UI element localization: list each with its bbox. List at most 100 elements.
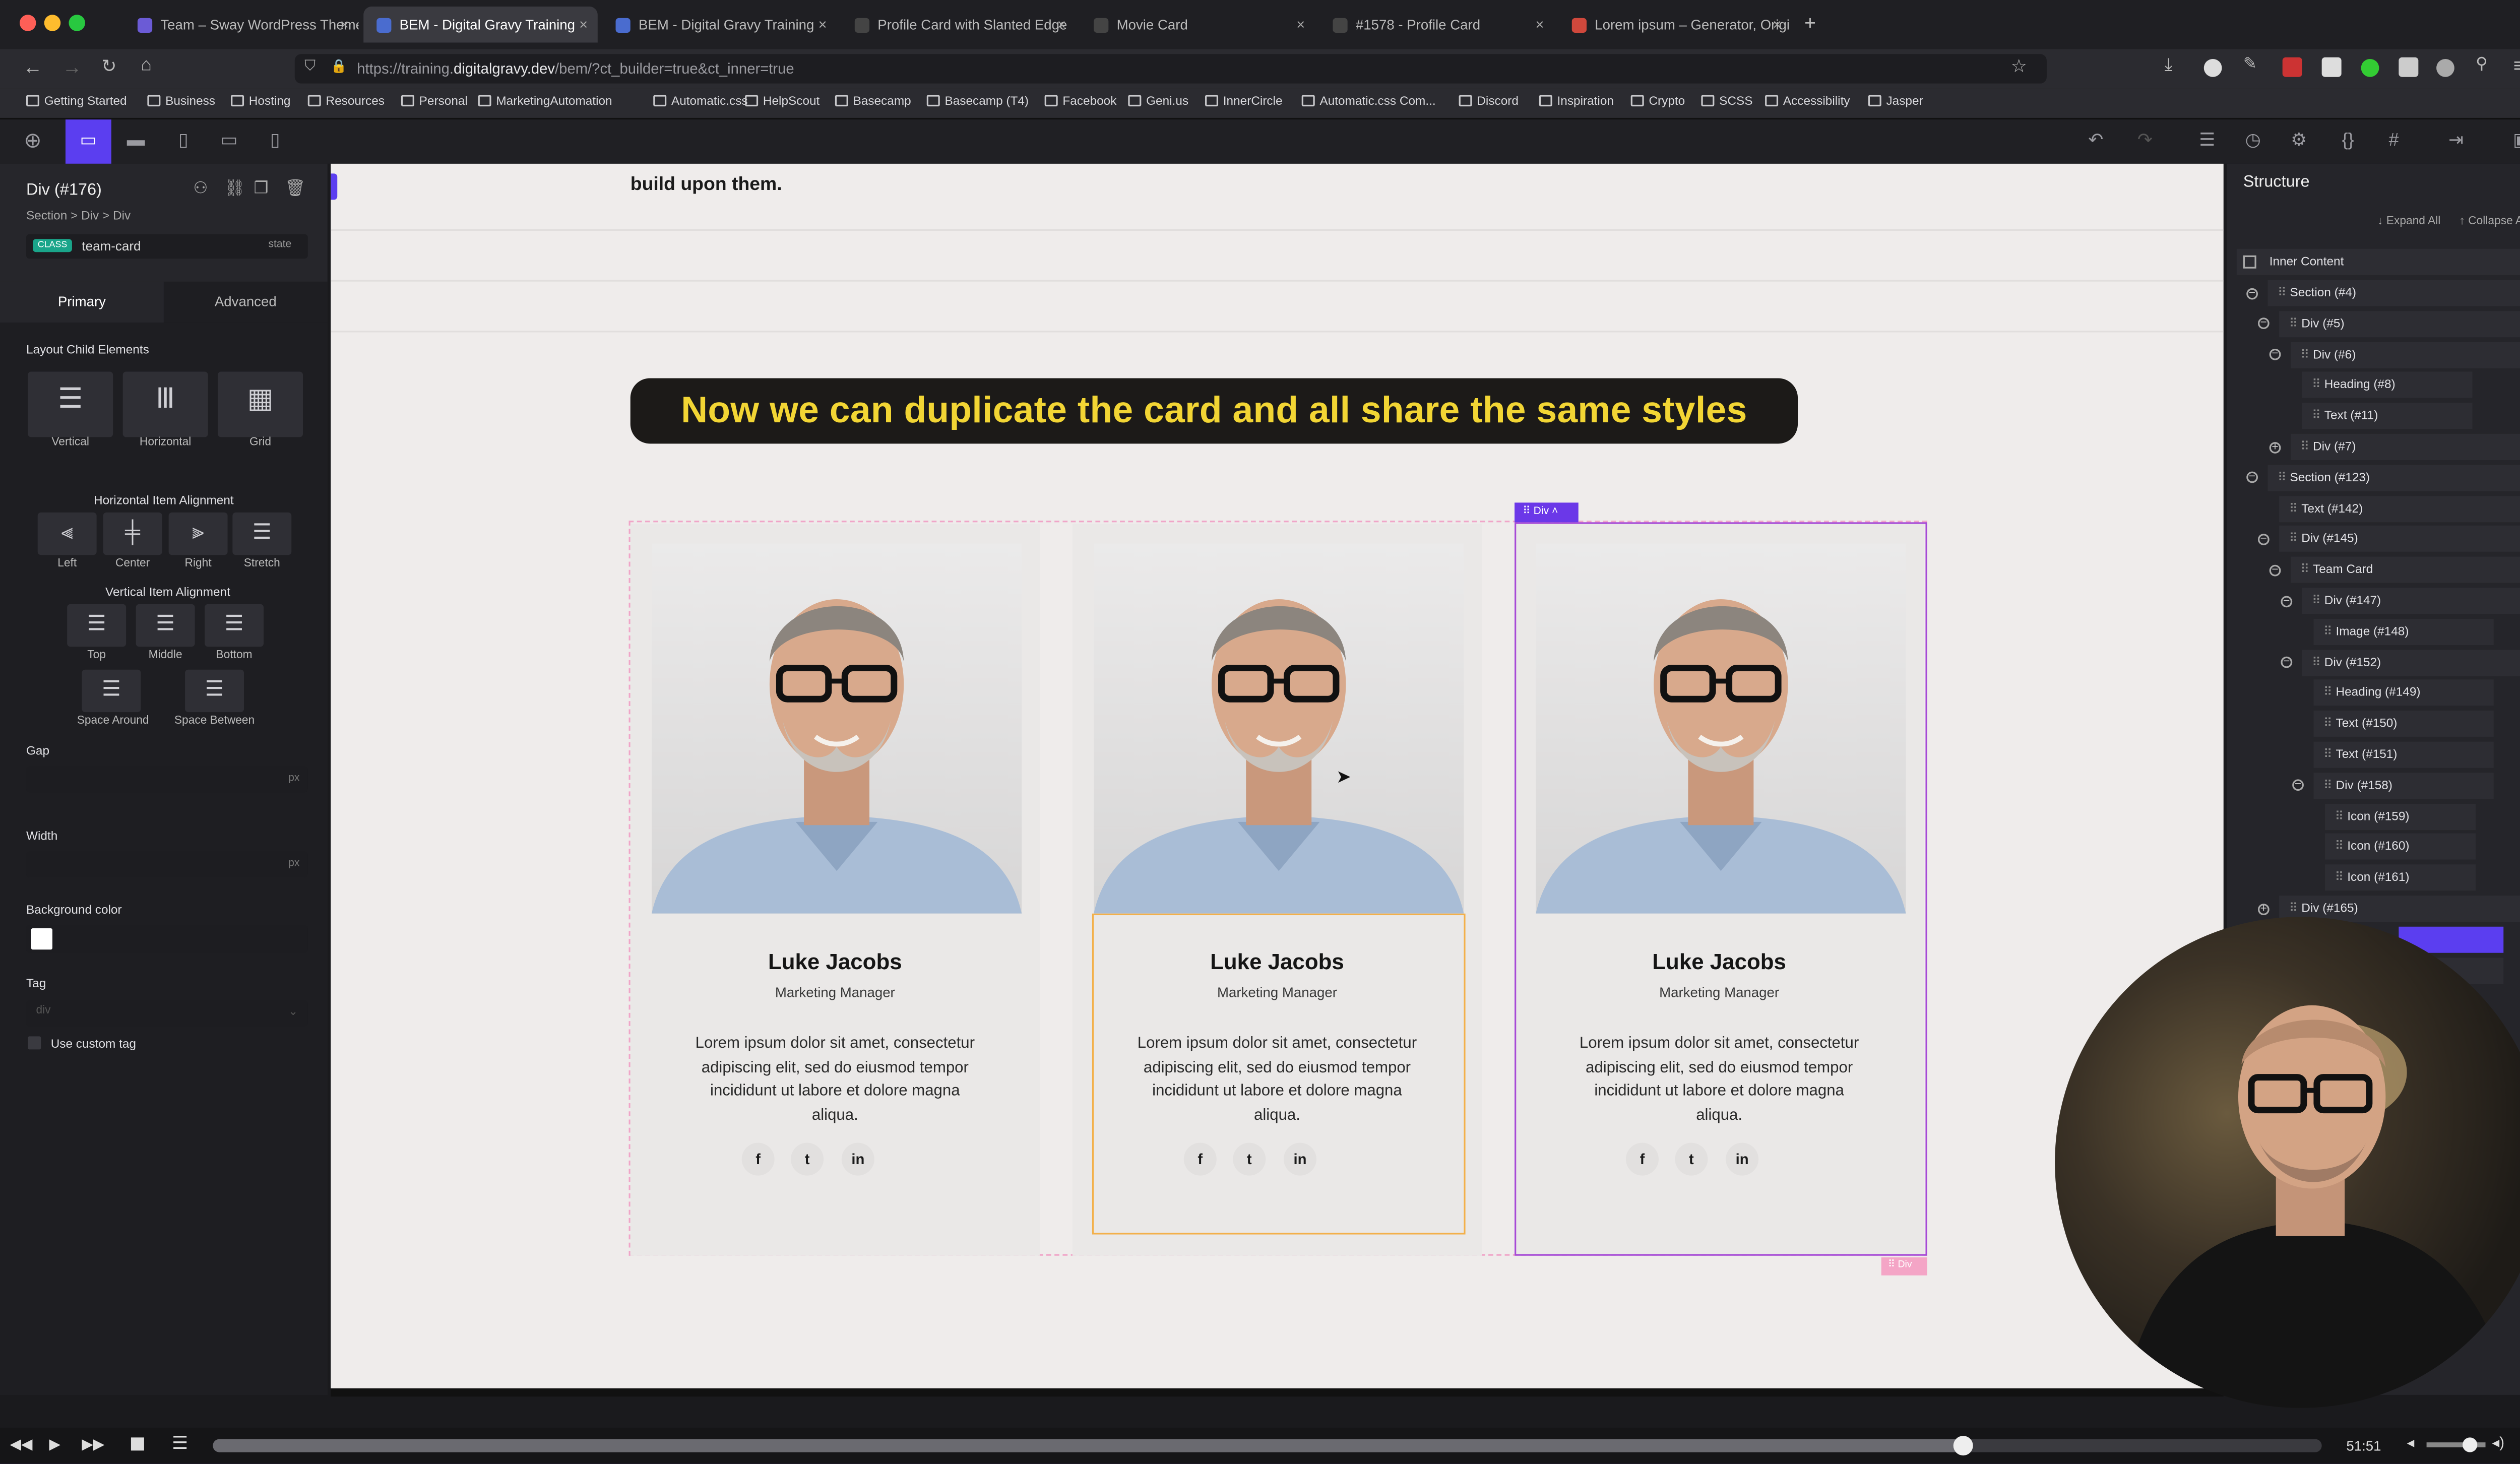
- progress-handle[interactable]: [1953, 1436, 1973, 1456]
- selection-badge[interactable]: ⠿ Div ˄: [1515, 502, 1579, 523]
- align-right-button[interactable]: ⫸: [168, 512, 228, 555]
- valign-bottom-button[interactable]: ☰: [205, 604, 264, 647]
- valign-space-around-button[interactable]: ☰: [82, 669, 141, 713]
- bookmark-star-icon[interactable]: ☆: [2011, 55, 2027, 77]
- class-selector[interactable]: CLASS team-card state: [26, 234, 308, 259]
- browser-tab[interactable]: BEM - Digital Gravy Training ×: [363, 6, 598, 43]
- volume-high-icon[interactable]: ◂): [2492, 1434, 2504, 1452]
- structure-item[interactable]: ⠿ Text (#151): [2313, 741, 2494, 768]
- grid-icon[interactable]: #: [2381, 130, 2407, 152]
- structure-item[interactable]: ⠿ Team Card: [2290, 557, 2520, 584]
- extension-icon[interactable]: [2361, 58, 2379, 77]
- structure-item[interactable]: ⠿ Heading (#149): [2313, 680, 2494, 707]
- structure-item[interactable]: ⠿ Text (#142): [2279, 495, 2520, 522]
- structure-item[interactable]: ⠿ Icon (#159): [2325, 803, 2476, 830]
- close-tab-icon[interactable]: ×: [1057, 16, 1066, 32]
- close-tab-icon[interactable]: ×: [579, 16, 588, 32]
- volume-handle[interactable]: [2463, 1437, 2478, 1452]
- save-icon[interactable]: ▣: [2508, 130, 2520, 152]
- twitter-icon[interactable]: t: [791, 1142, 824, 1176]
- extension-icon[interactable]: [2203, 58, 2222, 77]
- eyedropper-icon[interactable]: ✎: [2243, 55, 2257, 74]
- browser-tab[interactable]: Lorem ipsum – Generator, Origi ×: [1559, 7, 1791, 42]
- menu-icon[interactable]: ≡: [2513, 54, 2520, 77]
- collapse-toggle-icon[interactable]: −: [2281, 657, 2293, 668]
- align-center-button[interactable]: ╪: [103, 512, 162, 555]
- parent-badge[interactable]: ⠿ Div: [1881, 1257, 1927, 1276]
- desktop-view-icon[interactable]: ▭: [65, 119, 111, 164]
- collapse-toggle-icon[interactable]: −: [2269, 349, 2281, 361]
- bookmark-item[interactable]: Automatic.css Com...: [1301, 93, 1436, 108]
- structure-icon[interactable]: ☰: [2194, 130, 2220, 152]
- align-stretch-button[interactable]: ☰: [232, 512, 292, 555]
- structure-item[interactable]: ⠿ Section (#4): [2267, 280, 2520, 306]
- bookmark-item[interactable]: Basecamp (T4): [926, 93, 1029, 108]
- expand-all-link[interactable]: ↓ Expand All: [2377, 216, 2440, 228]
- forward-arrow-icon[interactable]: →: [62, 55, 82, 78]
- redo-icon[interactable]: ↷: [2132, 130, 2158, 152]
- builder-canvas[interactable]: build upon them. Now we can duplicate th…: [331, 163, 2224, 1388]
- structure-item[interactable]: ⠿ Div (#6): [2290, 341, 2520, 368]
- valign-space-between-button[interactable]: ☰: [185, 669, 244, 713]
- valign-top-button[interactable]: ☰: [67, 604, 127, 647]
- collapse-toggle-icon[interactable]: −: [2292, 780, 2304, 792]
- tablet-landscape-icon[interactable]: ▯: [170, 130, 197, 152]
- browser-tab[interactable]: Movie Card ×: [1081, 7, 1315, 42]
- structure-item[interactable]: ⠿ Div (#145): [2279, 526, 2520, 553]
- bookmark-item[interactable]: Resources: [307, 93, 385, 108]
- user-icon[interactable]: ⚇: [193, 180, 208, 198]
- exit-icon[interactable]: ⇥: [2443, 130, 2469, 152]
- stop-icon[interactable]: [131, 1437, 144, 1451]
- structure-item[interactable]: ⠿ Text (#11): [2302, 403, 2473, 429]
- bookmark-item[interactable]: Basecamp: [835, 93, 911, 108]
- structure-item[interactable]: ⠿ Div (#147): [2302, 588, 2520, 614]
- collapse-toggle-icon[interactable]: −: [2281, 595, 2293, 607]
- color-swatch[interactable]: [31, 928, 52, 950]
- structure-item[interactable]: ⠿ Div (#5): [2279, 310, 2520, 337]
- download-icon[interactable]: ⤓: [2165, 55, 2173, 77]
- collapse-all-link[interactable]: ↑ Collapse All: [2460, 216, 2520, 228]
- structure-item[interactable]: ⠿ Image (#148): [2313, 618, 2494, 645]
- browser-tab[interactable]: BEM - Digital Gravy Training ×: [603, 7, 837, 42]
- bookmark-item[interactable]: Hosting: [231, 93, 290, 108]
- maximize-window-icon[interactable]: [69, 15, 85, 31]
- volume-slider[interactable]: [2426, 1437, 2486, 1452]
- bookmark-item[interactable]: SCSS: [1701, 93, 1753, 108]
- close-tab-icon[interactable]: ×: [818, 16, 827, 32]
- close-tab-icon[interactable]: ×: [1773, 16, 1781, 32]
- undo-icon[interactable]: ↶: [2083, 130, 2109, 152]
- mobile-view-icon[interactable]: ▯: [262, 130, 288, 152]
- bookmark-item[interactable]: Personal: [401, 93, 468, 108]
- bookmark-item[interactable]: MarketingAutomation: [478, 93, 612, 108]
- bookmark-item[interactable]: Getting Started: [26, 93, 127, 108]
- layout-grid-button[interactable]: ▦: [218, 371, 303, 437]
- bookmark-item[interactable]: Discord: [1459, 93, 1519, 108]
- laptop-view-icon[interactable]: ▬: [123, 130, 149, 152]
- canvas-scrollbar[interactable]: [331, 1388, 2224, 1397]
- minimize-window-icon[interactable]: [44, 15, 61, 31]
- close-tab-icon[interactable]: ×: [1535, 16, 1544, 32]
- close-tab-icon[interactable]: ×: [340, 16, 349, 32]
- linkedin-icon[interactable]: in: [841, 1142, 874, 1176]
- bookmark-item[interactable]: Crypto: [1630, 93, 1685, 108]
- layout-horizontal-button[interactable]: Ⅲ: [122, 371, 208, 437]
- bookmark-item[interactable]: HelpScout: [745, 93, 820, 108]
- settings-gear-icon[interactable]: ⚙: [2286, 130, 2312, 152]
- layout-vertical-button[interactable]: ☰: [28, 371, 113, 437]
- structure-item[interactable]: ⠿ Section (#123): [2267, 464, 2520, 491]
- collapse-toggle-icon[interactable]: −: [2246, 472, 2258, 484]
- structure-item[interactable]: ⠿ Div (#7): [2290, 433, 2520, 460]
- structure-item[interactable]: ⠿ Heading (#8): [2302, 372, 2473, 399]
- browser-tab[interactable]: Team – Sway WordPress Theme ×: [124, 7, 358, 42]
- new-tab-icon[interactable]: +: [1804, 12, 1816, 34]
- team-card[interactable]: Luke Jacobs Marketing Manager Lorem ipsum …: [630, 524, 1040, 1256]
- align-left-button[interactable]: ⫷: [37, 512, 97, 555]
- link-icon[interactable]: ⛓: [224, 180, 245, 198]
- playlist-icon[interactable]: ☰: [172, 1433, 188, 1454]
- fast-forward-icon[interactable]: ▶▶: [82, 1436, 104, 1454]
- browser-tab[interactable]: #1578 - Profile Card ×: [1319, 7, 1554, 42]
- custom-tag-checkbox[interactable]: [28, 1036, 41, 1050]
- panel-collapse-handle[interactable]: [331, 173, 338, 200]
- bookmark-item[interactable]: Business: [147, 93, 215, 108]
- extension-icon[interactable]: [2282, 57, 2302, 77]
